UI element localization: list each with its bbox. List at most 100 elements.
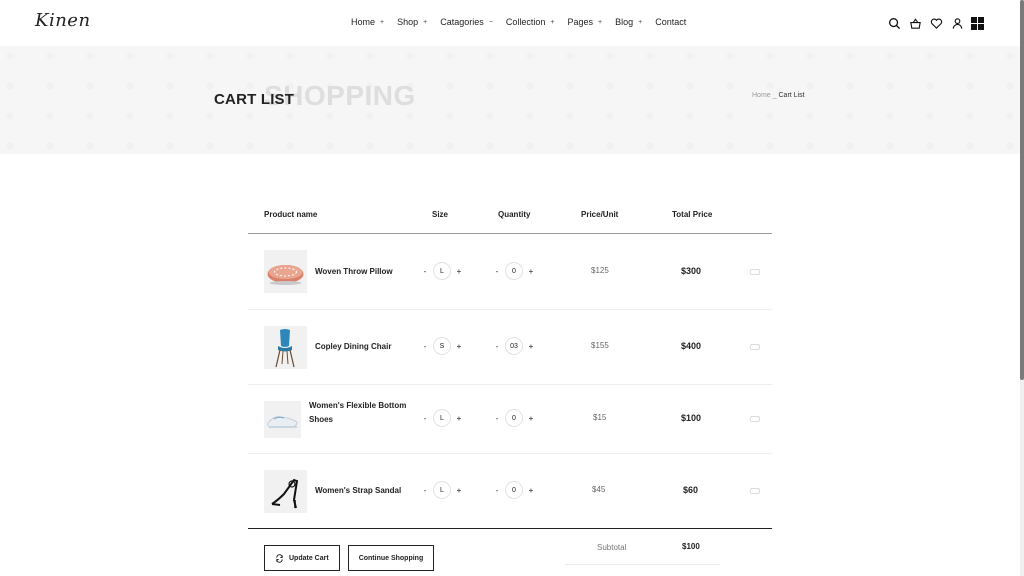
decrement-button[interactable]: - bbox=[421, 486, 429, 495]
page-title: CART LIST bbox=[214, 91, 295, 108]
table-row: Women's Strap Sandal - L + - 0 + $45 $60 bbox=[248, 454, 772, 529]
continue-shopping-button[interactable]: Continue Shopping bbox=[347, 545, 435, 571]
remove-item-icon[interactable] bbox=[750, 344, 760, 350]
total-price: $400 bbox=[681, 341, 702, 351]
continue-shopping-label: Continue Shopping bbox=[358, 554, 424, 562]
increment-button[interactable]: + bbox=[527, 414, 535, 423]
nav-item-catagories[interactable]: Catagories − bbox=[440, 17, 493, 27]
size-stepper: - L + bbox=[421, 481, 463, 499]
nav-item-collection[interactable]: Collection + bbox=[506, 17, 555, 27]
header-quantity: Quantity bbox=[498, 210, 531, 219]
header-product: Product name bbox=[264, 210, 318, 219]
product-thumbnail[interactable] bbox=[264, 250, 307, 293]
nav-item-label: Shop bbox=[397, 17, 419, 27]
increment-button[interactable]: + bbox=[455, 267, 463, 276]
subtotal-divider bbox=[565, 564, 720, 565]
main-nav: Home + Shop + Catagories − Collection + Page… bbox=[351, 17, 686, 27]
size-stepper: - S + bbox=[421, 337, 463, 355]
increment-button[interactable]: + bbox=[527, 486, 535, 495]
minus-icon: − bbox=[488, 18, 493, 26]
nav-item-contact[interactable]: Contact bbox=[655, 17, 686, 27]
nav-item-home[interactable]: Home + bbox=[351, 17, 384, 27]
plus-icon: + bbox=[550, 18, 555, 26]
decrement-button[interactable]: - bbox=[421, 342, 429, 351]
nav-item-shop[interactable]: Shop + bbox=[397, 17, 427, 27]
increment-button[interactable]: + bbox=[455, 486, 463, 495]
nav-item-blog[interactable]: Blog + bbox=[615, 17, 642, 27]
breadcrumb-home[interactable]: Home bbox=[752, 92, 771, 99]
decrement-button[interactable]: - bbox=[493, 342, 501, 351]
user-icon[interactable] bbox=[950, 16, 964, 30]
table-row: Woven Throw Pillow - L + - 0 + $125 $300 bbox=[248, 234, 772, 310]
total-price: $300 bbox=[681, 266, 702, 276]
product-name[interactable]: Women's Strap Sandal bbox=[315, 484, 401, 498]
remove-item-icon[interactable] bbox=[750, 269, 760, 275]
search-icon[interactable] bbox=[887, 16, 901, 30]
product-name[interactable]: Women's Flexible Bottom Shoes bbox=[309, 399, 409, 427]
nav-item-label: Blog bbox=[615, 17, 634, 27]
product-name[interactable]: Woven Throw Pillow bbox=[315, 265, 393, 279]
decrement-button[interactable]: - bbox=[493, 414, 501, 423]
header-size: Size bbox=[432, 210, 449, 219]
breadcrumb-current: Cart List bbox=[778, 92, 805, 99]
size-value[interactable]: S bbox=[433, 337, 451, 355]
update-cart-button[interactable]: Update Cart bbox=[264, 545, 340, 571]
decrement-button[interactable]: - bbox=[421, 414, 429, 423]
remove-item-icon[interactable] bbox=[750, 416, 760, 422]
product-name[interactable]: Copley Dining Chair bbox=[315, 340, 391, 354]
quantity-value[interactable]: 03 bbox=[505, 337, 523, 355]
product-thumbnail[interactable] bbox=[264, 401, 301, 438]
increment-button[interactable]: + bbox=[527, 342, 535, 351]
heart-icon[interactable] bbox=[929, 16, 943, 30]
grid-cell bbox=[978, 16, 984, 23]
size-value[interactable]: L bbox=[433, 481, 451, 499]
quantity-stepper: - 0 + bbox=[493, 262, 535, 280]
unit-price: $45 bbox=[592, 485, 606, 494]
basket-icon[interactable] bbox=[908, 16, 922, 30]
unit-price: $125 bbox=[591, 266, 609, 275]
total-price: $100 bbox=[681, 413, 702, 423]
quantity-value[interactable]: 0 bbox=[505, 262, 523, 280]
decrement-button[interactable]: - bbox=[421, 267, 429, 276]
logo[interactable]: Kinen bbox=[35, 10, 91, 31]
quantity-value[interactable]: 0 bbox=[505, 409, 523, 427]
product-thumbnail[interactable] bbox=[264, 326, 307, 369]
nav-item-label: Contact bbox=[655, 17, 687, 27]
subtotal-value: $100 bbox=[682, 542, 700, 551]
subtotal-label: Subtotal bbox=[597, 543, 627, 552]
size-value[interactable]: L bbox=[433, 262, 451, 280]
nav-item-label: Pages bbox=[567, 17, 594, 27]
page-scrollbar[interactable] bbox=[1020, 0, 1024, 576]
quantity-value[interactable]: 0 bbox=[505, 481, 523, 499]
total-price: $60 bbox=[683, 485, 699, 495]
table-row: Women's Flexible Bottom Shoes - L + - 0 … bbox=[248, 385, 772, 454]
plus-icon: + bbox=[598, 18, 603, 26]
breadcrumb: Home _ Cart List bbox=[752, 92, 805, 99]
increment-button[interactable]: + bbox=[455, 414, 463, 423]
decrement-button[interactable]: - bbox=[493, 267, 501, 276]
page-banner: SHOPPING CART LIST Home _ Cart List bbox=[0, 46, 1024, 154]
banner-pattern bbox=[0, 46, 1024, 154]
product-thumbnail[interactable] bbox=[264, 470, 307, 513]
quantity-stepper: - 0 + bbox=[493, 481, 535, 499]
scrollbar-thumb[interactable] bbox=[1020, 0, 1024, 380]
nav-item-label: Collection bbox=[505, 17, 546, 27]
grid-cell bbox=[978, 23, 984, 30]
increment-button[interactable]: + bbox=[455, 342, 463, 351]
decrement-button[interactable]: - bbox=[493, 486, 501, 495]
quantity-stepper: - 0 + bbox=[493, 409, 535, 427]
size-value[interactable]: L bbox=[433, 409, 451, 427]
remove-item-icon[interactable] bbox=[750, 488, 760, 494]
plus-icon: + bbox=[638, 18, 643, 26]
cart-actions: Update Cart Continue Shopping bbox=[264, 545, 442, 571]
increment-button[interactable]: + bbox=[527, 267, 535, 276]
plus-icon: + bbox=[423, 18, 428, 26]
header-icons bbox=[887, 16, 984, 30]
nav-item-pages[interactable]: Pages + bbox=[567, 17, 602, 27]
table-row: Copley Dining Chair - S + - 03 + $155 $4… bbox=[248, 310, 772, 385]
grid-menu-icon[interactable] bbox=[971, 16, 984, 30]
grid-cell bbox=[971, 16, 977, 23]
header-price: Price/Unit bbox=[581, 210, 619, 219]
unit-price: $15 bbox=[593, 413, 607, 422]
plus-icon: + bbox=[380, 18, 385, 26]
